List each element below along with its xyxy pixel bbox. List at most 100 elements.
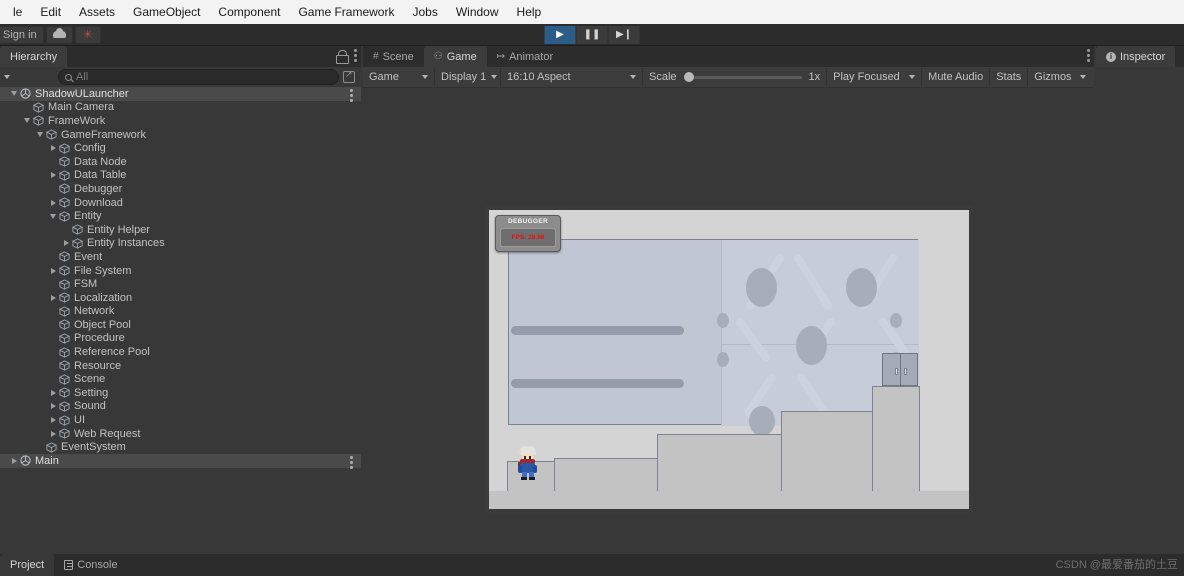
hierarchy-row[interactable]: GameFramework xyxy=(0,128,361,142)
tab-inspector[interactable]: i Inspector xyxy=(1096,46,1175,67)
aspect-ratio-dropdown[interactable]: 16:10 Aspect xyxy=(501,68,643,86)
disclosure-triangle-icon[interactable] xyxy=(60,240,72,246)
menu-item-help[interactable]: Help xyxy=(508,1,551,23)
hierarchy-row[interactable]: Config xyxy=(0,141,361,155)
sign-in-label: Sign in xyxy=(3,29,37,41)
target-display-dropdown[interactable]: Game xyxy=(363,68,435,86)
floor-base xyxy=(489,491,969,509)
hierarchy-tree[interactable]: ShadowULauncherMain CameraFrameWorkGameF… xyxy=(0,87,361,535)
game-view-area[interactable]: DEBUGGER FPS: 28.96 xyxy=(363,88,1094,554)
hierarchy-row[interactable]: Entity xyxy=(0,209,361,223)
graph-node xyxy=(717,313,729,328)
mute-audio-button[interactable]: Mute Audio xyxy=(922,68,990,86)
disclosure-triangle-icon[interactable] xyxy=(47,417,59,423)
tab-project[interactable]: Project xyxy=(0,554,54,576)
disclosure-triangle-icon[interactable] xyxy=(8,458,20,464)
scale-slider[interactable] xyxy=(684,76,802,79)
menu-item-gameobject[interactable]: GameObject xyxy=(124,1,209,23)
hierarchy-row[interactable]: Setting xyxy=(0,386,361,400)
scene-object-icon xyxy=(20,88,31,99)
gameobject-icon xyxy=(59,333,70,344)
graph-node xyxy=(890,313,902,328)
scale-slider-knob[interactable] xyxy=(684,72,694,82)
hierarchy-row[interactable]: ShadowULauncher xyxy=(0,87,361,101)
hierarchy-row[interactable]: EventSystem xyxy=(0,440,361,454)
disclosure-triangle-icon[interactable] xyxy=(47,268,59,274)
disclosure-triangle-icon[interactable] xyxy=(47,145,59,151)
tab-scene[interactable]: #Scene xyxy=(363,46,424,67)
hierarchy-row[interactable]: Web Request xyxy=(0,427,361,441)
expand-icon[interactable] xyxy=(343,71,355,83)
create-menu-button[interactable] xyxy=(2,75,10,79)
hierarchy-row[interactable]: Entity Helper xyxy=(0,223,361,237)
disclosure-triangle-icon[interactable] xyxy=(47,403,59,409)
hierarchy-row[interactable]: Network xyxy=(0,305,361,319)
cloud-button[interactable] xyxy=(46,26,73,44)
disclosure-triangle-icon[interactable] xyxy=(47,390,59,396)
debugger-body[interactable]: FPS: 28.96 xyxy=(500,228,556,247)
disclosure-triangle-icon[interactable] xyxy=(47,295,59,301)
debugger-title: DEBUGGER xyxy=(496,216,560,227)
hierarchy-row[interactable]: Debugger xyxy=(0,182,361,196)
hierarchy-row[interactable]: Procedure xyxy=(0,332,361,346)
disclosure-triangle-icon[interactable] xyxy=(34,132,46,137)
hierarchy-row[interactable]: Data Node xyxy=(0,155,361,169)
disclosure-triangle-icon[interactable] xyxy=(21,118,33,123)
menu-item-window[interactable]: Window xyxy=(447,1,508,23)
hierarchy-row[interactable]: Resource xyxy=(0,359,361,373)
stats-button[interactable]: Stats xyxy=(990,68,1028,86)
menu-item-assets[interactable]: Assets xyxy=(70,1,124,23)
disclosure-triangle-icon[interactable] xyxy=(47,172,59,178)
hierarchy-row[interactable]: Reference Pool xyxy=(0,345,361,359)
hierarchy-row[interactable]: Data Table xyxy=(0,169,361,183)
hierarchy-row[interactable]: Main Camera xyxy=(0,101,361,115)
disclosure-triangle-icon[interactable] xyxy=(47,431,59,437)
disclosure-triangle-icon[interactable] xyxy=(47,200,59,206)
collab-error-button[interactable]: ✳ xyxy=(75,26,101,44)
menu-item-edit[interactable]: Edit xyxy=(31,1,70,23)
hierarchy-row[interactable]: Sound xyxy=(0,400,361,414)
play-focused-dropdown[interactable]: Play Focused xyxy=(827,68,922,86)
hierarchy-row[interactable]: FrameWork xyxy=(0,114,361,128)
menu-item-component[interactable]: Component xyxy=(209,1,289,23)
tab-hierarchy[interactable]: Hierarchy xyxy=(0,46,67,67)
search-input[interactable]: All xyxy=(58,69,339,85)
hierarchy-row[interactable]: Scene xyxy=(0,372,361,386)
game-scene-content: DEBUGGER FPS: 28.96 xyxy=(489,210,969,509)
menu-item-le[interactable]: le xyxy=(4,1,31,23)
kebab-menu-icon[interactable] xyxy=(354,49,357,62)
hierarchy-row[interactable]: Localization xyxy=(0,291,361,305)
menu-item-game-framework[interactable]: Game Framework xyxy=(289,1,403,23)
debugger-window[interactable]: DEBUGGER FPS: 28.96 xyxy=(495,215,561,252)
pause-button[interactable]: ❚❚ xyxy=(577,26,608,44)
tab-game[interactable]: ⚇Game xyxy=(424,46,487,67)
hierarchy-row[interactable]: Event xyxy=(0,250,361,264)
disclosure-triangle-icon[interactable] xyxy=(8,91,20,96)
hierarchy-row[interactable]: Object Pool xyxy=(0,318,361,332)
hierarchy-row[interactable]: Download xyxy=(0,196,361,210)
hierarchy-row[interactable]: Main xyxy=(0,454,361,468)
info-icon: i xyxy=(1106,52,1116,62)
kebab-menu-icon[interactable] xyxy=(1087,49,1090,62)
row-kebab-menu-icon[interactable] xyxy=(350,456,353,469)
level-room xyxy=(508,239,918,425)
gizmos-dropdown[interactable]: Gizmos xyxy=(1028,68,1091,86)
gizmos-label: Gizmos xyxy=(1034,71,1071,83)
step-button[interactable]: ▶❙ xyxy=(609,26,640,44)
menu-item-jobs[interactable]: Jobs xyxy=(403,1,446,23)
disclosure-triangle-icon[interactable] xyxy=(47,214,59,219)
hierarchy-row[interactable]: File System xyxy=(0,264,361,278)
hierarchy-row[interactable]: UI xyxy=(0,413,361,427)
hierarchy-row[interactable]: FSM xyxy=(0,277,361,291)
play-button[interactable]: ▶ xyxy=(545,26,576,44)
search-icon xyxy=(65,74,72,81)
tab-console[interactable]: Console xyxy=(54,554,127,576)
gameobject-icon xyxy=(59,197,70,208)
sign-in-button[interactable]: Sign in xyxy=(0,26,44,44)
lock-icon[interactable] xyxy=(336,50,347,62)
tab-animator[interactable]: ↦Animator xyxy=(487,46,563,67)
scale-slider-group[interactable]: Scale 1x xyxy=(643,68,827,86)
game-render-canvas[interactable]: DEBUGGER FPS: 28.96 xyxy=(485,206,973,513)
hierarchy-row[interactable]: Entity Instances xyxy=(0,237,361,251)
display-dropdown[interactable]: Display 1 xyxy=(435,68,501,86)
